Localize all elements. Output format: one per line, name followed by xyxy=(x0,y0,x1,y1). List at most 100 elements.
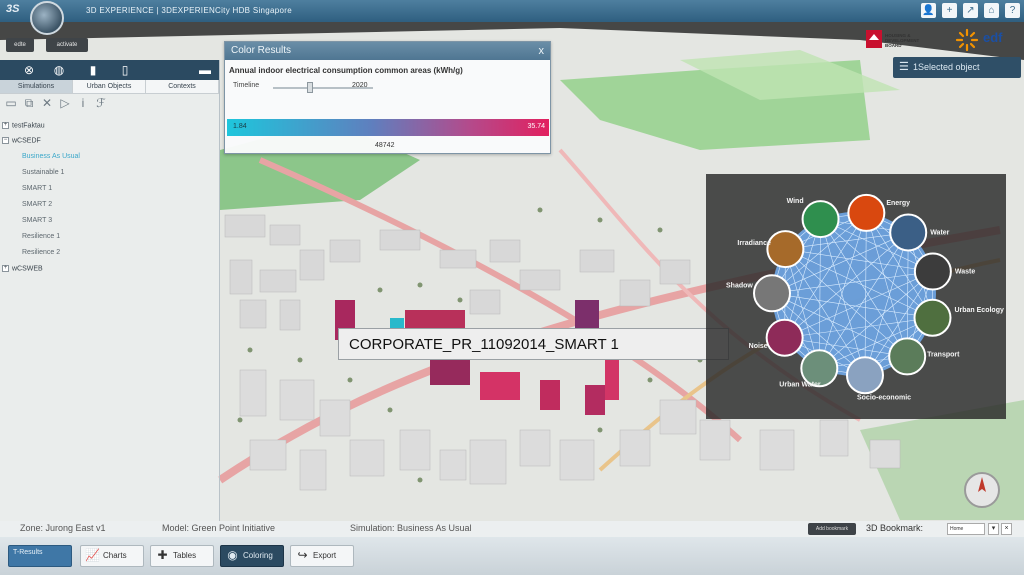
wheel-node-noise[interactable] xyxy=(765,318,804,357)
dialog-title: Color Results xyxy=(231,45,292,56)
tree-node-wcsedf[interactable]: − wCSEDF xyxy=(2,137,41,144)
selected-object-label: 1Selected object xyxy=(913,62,980,72)
edit-button[interactable]: edte xyxy=(6,38,34,52)
tree-toolbar: ▭ ⧉ ✕ ▷ i ℱ xyxy=(0,94,219,114)
wheel-label: Noise xyxy=(749,343,768,350)
wheel-node-urban-ecology[interactable] xyxy=(913,298,952,337)
wheel-node-water[interactable] xyxy=(889,213,928,252)
wheel-node-socio-economic[interactable] xyxy=(845,356,884,395)
copy-icon[interactable]: ⧉ xyxy=(22,96,36,110)
wheel-label: Urban Water xyxy=(779,381,821,388)
panel-tabs: Simulations Urban Objects Contexts xyxy=(0,80,219,94)
tree-item-smart-3[interactable]: SMART 3 xyxy=(22,217,52,224)
play-icon[interactable]: ▷ xyxy=(58,96,72,110)
bar-chart-icon[interactable]: ▮ xyxy=(86,63,100,77)
coloring-button[interactable]: ◉ Coloring xyxy=(220,545,284,567)
menu-icon: ☰ xyxy=(899,61,909,73)
export-icon: ↪ xyxy=(297,548,308,562)
collapse-icon[interactable]: − xyxy=(2,137,9,144)
simulation-status: Simulation: Business As Usual xyxy=(350,523,472,533)
tab-contexts[interactable]: Contexts xyxy=(146,80,219,93)
hdb-logo: HOUSING & DEVELOPMENT BOARD xyxy=(866,30,920,48)
charts-button[interactable]: 📈 Charts xyxy=(80,545,144,567)
globe-icon[interactable]: ⊗ xyxy=(22,63,36,77)
bookmark-select[interactable]: Home xyxy=(947,523,985,535)
charts-label: Charts xyxy=(103,551,127,560)
timeline-year: 2020 xyxy=(352,82,368,89)
wheel-label: Socio-economic xyxy=(857,394,911,401)
app-title: 3D EXPERIENCE | 3DEXPERIENCity HDB Singa… xyxy=(86,6,293,15)
status-bar: Zone: Jurong East v1 Model: Green Point … xyxy=(0,521,1024,537)
object-count: 48742 xyxy=(375,142,395,149)
tree-item-smart-2[interactable]: SMART 2 xyxy=(22,201,52,208)
zone-status: Zone: Jurong East v1 xyxy=(20,523,106,533)
wheel-node-waste[interactable] xyxy=(913,252,952,291)
city-icon[interactable]: ◍ xyxy=(52,63,66,77)
person-icon[interactable]: 👤 xyxy=(921,3,936,18)
export-label: Export xyxy=(313,551,337,560)
delete-icon[interactable]: ✕ xyxy=(40,96,54,110)
tree-item-resilience-2[interactable]: Resilience 2 xyxy=(22,249,60,256)
wheel-node-transport[interactable] xyxy=(888,337,927,376)
timeline-row: Timeline 2020 xyxy=(225,79,550,95)
export-button[interactable]: ↪ Export xyxy=(290,545,354,567)
wheel-label: Transport xyxy=(927,351,960,358)
wheel-label: Waste xyxy=(955,269,975,276)
compass-logo-icon[interactable] xyxy=(30,1,64,35)
tree-item-smart-1[interactable]: SMART 1 xyxy=(22,185,52,192)
tab-simulations[interactable]: Simulations xyxy=(0,80,73,93)
wheel-label: Wind xyxy=(787,198,804,205)
bookmark-label: 3D Bookmark: xyxy=(866,523,924,533)
wheel-label: Shadow xyxy=(726,282,753,289)
timeline-slider-handle[interactable] xyxy=(307,82,313,93)
info-icon[interactable]: i xyxy=(76,96,90,110)
3ds-logo-icon[interactable]: 3S xyxy=(6,3,19,15)
expand-icon[interactable]: + xyxy=(2,122,9,129)
left-panel: ⊗ ◍ ▮ ▯ ▬ Simulations Urban Objects Cont… xyxy=(0,60,220,521)
tab-urban-objects[interactable]: Urban Objects xyxy=(73,80,146,93)
color-results-dialog: Color Results x Annual indoor electrical… xyxy=(224,41,551,154)
table-icon: ✚ xyxy=(157,548,168,562)
share-icon[interactable]: ↗ xyxy=(963,3,978,18)
results-button[interactable]: T-Results xyxy=(8,545,72,567)
tables-button[interactable]: ✚ Tables xyxy=(150,545,214,567)
tree-node-testfaktau[interactable]: + testFaktau xyxy=(2,122,45,129)
legend-max-value: 35.74 xyxy=(527,123,545,130)
chevron-down-icon[interactable]: ▾ xyxy=(988,523,999,535)
help-icon[interactable]: ? xyxy=(1005,3,1020,18)
tree-node-label: wCSWEB xyxy=(12,265,43,273)
close-icon[interactable]: x xyxy=(539,42,545,60)
wheel-label: Energy xyxy=(886,200,910,207)
dialog-titlebar[interactable]: Color Results x xyxy=(225,42,550,60)
edf-logo: edf xyxy=(983,30,1003,45)
tree-node-wcsweb[interactable]: + wCSWEB xyxy=(2,265,43,272)
dialog-subtitle: Annual indoor electrical consumption com… xyxy=(229,66,463,75)
tree-node-label: wCSEDF xyxy=(12,137,41,145)
expand-icon[interactable]: + xyxy=(2,265,9,272)
tree-item-resilience-1[interactable]: Resilience 1 xyxy=(22,233,60,240)
filter-icon[interactable]: ℱ xyxy=(94,96,108,110)
close-icon[interactable]: × xyxy=(1001,523,1012,535)
legend-min-value: 1.84 xyxy=(233,123,247,130)
model-status: Model: Green Point Initiative xyxy=(162,523,276,533)
home-icon[interactable]: ⌂ xyxy=(984,3,999,18)
activate-button[interactable]: activate xyxy=(46,38,88,52)
tree-item-business-as-usual[interactable]: Business As Usual xyxy=(22,153,80,160)
chart-icon: 📈 xyxy=(85,548,100,562)
wheel-node-irradiance[interactable] xyxy=(766,230,805,269)
document-icon[interactable]: ▯ xyxy=(118,63,132,77)
top-bar: 3S 3D EXPERIENCE | 3DEXPERIENCity HDB Si… xyxy=(0,0,1024,22)
wheel-node-energy[interactable] xyxy=(847,193,886,232)
application-window: 3S 3D EXPERIENCE | 3DEXPERIENCity HDB Si… xyxy=(0,0,1024,575)
add-bookmark-button[interactable]: Add bookmark xyxy=(808,523,856,535)
selected-object-button[interactable]: ☰ 1Selected object xyxy=(893,57,1021,78)
panel-header: ⊗ ◍ ▮ ▯ ▬ xyxy=(0,60,219,80)
wheel-node-shadow[interactable] xyxy=(753,274,792,313)
tree-item-sustainable-1[interactable]: Sustainable 1 xyxy=(22,169,64,176)
plus-icon[interactable]: + xyxy=(942,3,957,18)
wheel-node-wind[interactable] xyxy=(801,200,840,239)
sustainability-wheel[interactable]: Wind Energy Water Waste Urban Ecology Transpo… xyxy=(706,174,1006,419)
sustainability-wheel-panel: Wind Energy Water Waste Urban Ecology Transpo… xyxy=(706,174,1006,419)
folder-icon[interactable]: ▭ xyxy=(4,96,18,110)
minimize-icon[interactable]: ▬ xyxy=(198,63,212,77)
